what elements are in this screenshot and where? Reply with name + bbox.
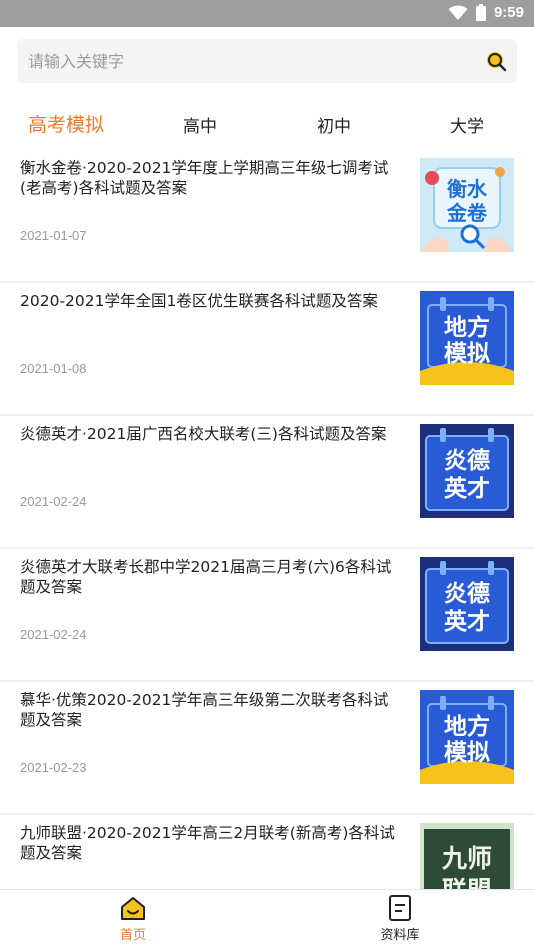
tab-gaokao-mock[interactable]: 高考模拟: [28, 110, 104, 137]
nav-library-label: 资料库: [380, 928, 420, 943]
search-bar: [17, 39, 517, 83]
list-item[interactable]: 2020-2021学年全国1卷区优生联赛各科试题及答案 2021-01-08 地…: [0, 283, 534, 416]
list-item[interactable]: 衡水金卷·2020-2021学年度上学期高三年级七调考试(老高考)各科试题及答案…: [0, 150, 534, 283]
thumb-line-2: 金卷: [446, 201, 488, 225]
item-thumbnail: 地方 模拟: [420, 690, 514, 784]
list-item[interactable]: 慕华·优策2020-2021学年高三年级第二次联考各科试题及答案 2021-02…: [0, 682, 534, 815]
item-date: 2021-02-24: [20, 494, 87, 509]
document-icon: [389, 895, 411, 921]
bottom-nav: 首页 资料库: [0, 889, 534, 949]
item-title: 炎德英才大联考长郡中学2021届高三月考(六)6各科试题及答案: [20, 558, 392, 596]
thumb-line-2: 英才: [444, 608, 490, 635]
list-item[interactable]: 炎德英才大联考长郡中学2021届高三月考(六)6各科试题及答案 2021-02-…: [0, 549, 534, 682]
search-icon[interactable]: [485, 50, 507, 72]
category-tabs: 高考模拟 高中 初中 大学: [0, 104, 534, 144]
item-thumbnail: 衡水 金卷: [420, 158, 514, 252]
thumb-line-1: 九师: [441, 844, 492, 873]
wifi-icon: [448, 5, 468, 20]
thumb-line-2: 模拟: [444, 740, 490, 766]
tab-high-school[interactable]: 高中: [183, 112, 217, 137]
status-bar: 9:59: [0, 0, 534, 27]
item-title: 2020-2021学年全国1卷区优生联赛各科试题及答案: [20, 292, 378, 310]
exam-list: 衡水金卷·2020-2021学年度上学期高三年级七调考试(老高考)各科试题及答案…: [0, 150, 534, 907]
nav-library[interactable]: 资料库: [360, 894, 440, 943]
thumb-line-2: 模拟: [444, 341, 490, 367]
thumb-line-1: 炎德: [444, 580, 490, 607]
nav-home[interactable]: 首页: [93, 894, 173, 943]
thumb-line-1: 地方: [444, 713, 490, 740]
list-item[interactable]: 炎德英才·2021届广西名校大联考(三)各科试题及答案 2021-02-24 炎…: [0, 416, 534, 549]
battery-icon: [475, 4, 486, 21]
tab-university[interactable]: 大学: [450, 112, 484, 137]
tab-middle-school[interactable]: 初中: [317, 112, 351, 137]
status-time: 9:59: [493, 4, 524, 21]
item-thumbnail: 炎德 英才: [420, 557, 514, 651]
item-title: 九师联盟·2020-2021学年高三2月联考(新高考)各科试题及答案: [20, 824, 395, 862]
nav-home-label: 首页: [119, 928, 146, 943]
home-icon: [121, 897, 145, 920]
thumb-line-2: 英才: [444, 475, 490, 502]
item-date: 2021-02-23: [20, 760, 87, 775]
thumb-line-1: 炎德: [444, 447, 490, 474]
item-thumbnail: 炎德 英才: [420, 424, 514, 518]
thumb-line-1: 地方: [444, 314, 490, 341]
item-title: 衡水金卷·2020-2021学年度上学期高三年级七调考试(老高考)各科试题及答案: [20, 159, 389, 197]
thumb-line-1: 衡水: [447, 177, 488, 201]
item-thumbnail: 地方 模拟: [420, 291, 514, 385]
search-input[interactable]: [17, 39, 477, 83]
item-date: 2021-02-24: [20, 627, 87, 642]
item-date: 2021-01-08: [20, 361, 87, 376]
item-title: 慕华·优策2020-2021学年高三年级第二次联考各科试题及答案: [20, 691, 389, 729]
item-date: 2021-01-07: [20, 228, 87, 243]
item-title: 炎德英才·2021届广西名校大联考(三)各科试题及答案: [20, 425, 387, 443]
